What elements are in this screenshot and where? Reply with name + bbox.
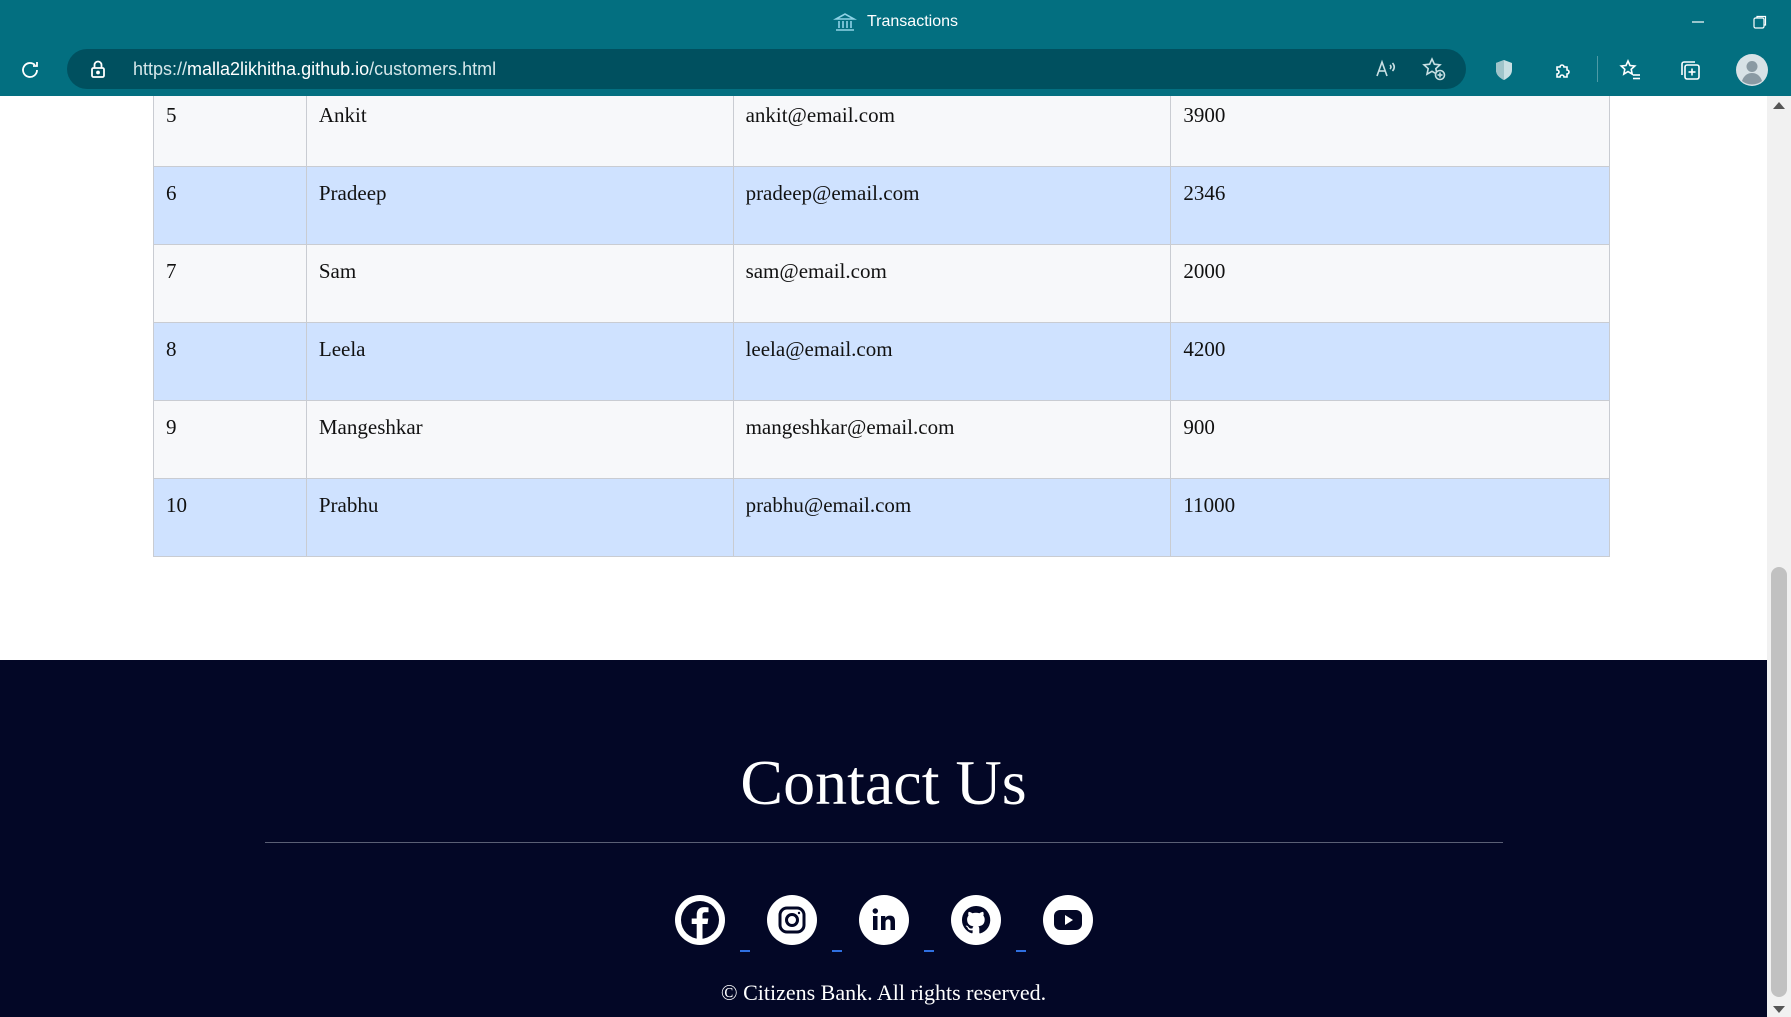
collections-button[interactable] <box>1672 52 1708 88</box>
page-viewport: 5 Ankit ankit@email.com 3900 6 Pradeep p… <box>0 96 1767 1017</box>
scrollbar-thumb[interactable] <box>1771 567 1787 997</box>
cell-id: 6 <box>153 166 307 245</box>
favorites-icon <box>1619 59 1640 80</box>
cell-email: pradeep@email.com <box>732 166 1172 245</box>
instagram-link[interactable] <box>767 895 842 955</box>
github-link[interactable] <box>951 895 1026 955</box>
link-underline <box>1016 950 1026 952</box>
read-aloud-button[interactable] <box>1372 55 1400 83</box>
read-aloud-icon <box>1376 59 1396 77</box>
add-favorite-button[interactable] <box>1420 55 1448 83</box>
table-row: 5 Ankit ankit@email.com 3900 <box>153 96 1610 167</box>
shield-extension-icon <box>1496 60 1512 80</box>
cell-name: Ankit <box>305 96 734 167</box>
github-icon <box>951 895 1001 945</box>
url-scheme: https:// <box>133 59 188 79</box>
cell-balance: 3900 <box>1170 96 1610 167</box>
page-scrollbar[interactable] <box>1767 96 1791 1017</box>
youtube-icon <box>1043 895 1093 945</box>
cell-name: Sam <box>305 244 734 323</box>
scroll-down-arrow-icon[interactable] <box>1773 1006 1785 1013</box>
cell-id: 10 <box>153 478 307 557</box>
facebook-icon <box>675 895 725 945</box>
url-path: /customers.html <box>369 59 497 79</box>
window-title-text: Transactions <box>867 12 958 30</box>
window-title: Transactions <box>0 0 1791 43</box>
table-row: 7 Sam sam@email.com 2000 <box>153 244 1610 323</box>
cell-balance: 900 <box>1170 400 1610 479</box>
cell-email: leela@email.com <box>732 322 1172 401</box>
cell-name: Leela <box>305 322 734 401</box>
lock-icon[interactable] <box>87 58 109 80</box>
contact-heading: Contact Us <box>740 747 1027 818</box>
browser-toolbar: https://malla2likhitha.github.io/custome… <box>0 43 1791 96</box>
cell-name: Mangeshkar <box>305 400 734 479</box>
profile-avatar <box>1736 54 1768 86</box>
favorites-button[interactable] <box>1612 52 1648 88</box>
refresh-button[interactable] <box>12 52 48 88</box>
cell-balance: 11000 <box>1170 478 1610 557</box>
cell-email: ankit@email.com <box>732 96 1172 167</box>
minimize-button[interactable] <box>1667 0 1729 43</box>
table-row: 8 Leela leela@email.com 4200 <box>153 322 1610 401</box>
minimize-icon <box>1692 20 1704 23</box>
facebook-link[interactable] <box>675 895 750 955</box>
url-host: malla2likhitha.github.io <box>187 59 370 79</box>
footer-divider <box>265 842 1503 843</box>
link-underline <box>740 950 750 952</box>
collections-icon <box>1681 61 1700 80</box>
address-bar[interactable]: https://malla2likhitha.github.io/custome… <box>67 49 1466 89</box>
restore-button[interactable] <box>1729 0 1791 43</box>
copyright-text: © Citizens Bank. All rights reserved. <box>720 980 1047 1005</box>
cell-email: mangeshkar@email.com <box>732 400 1172 479</box>
linkedin-link[interactable] <box>859 895 934 955</box>
cell-balance: 2000 <box>1170 244 1610 323</box>
cell-id: 8 <box>153 322 307 401</box>
scroll-up-arrow-icon[interactable] <box>1773 102 1785 109</box>
extensions-icon <box>1556 64 1570 78</box>
toolbar-separator <box>1597 56 1598 82</box>
table-row: 6 Pradeep pradeep@email.com 2346 <box>153 166 1610 245</box>
cell-email: sam@email.com <box>732 244 1172 323</box>
link-underline <box>832 950 842 952</box>
customers-table: 5 Ankit ankit@email.com 3900 6 Pradeep p… <box>153 96 1610 557</box>
add-favorite-icon <box>1422 57 1446 81</box>
instagram-icon <box>767 895 817 945</box>
cell-balance: 2346 <box>1170 166 1610 245</box>
youtube-link[interactable] <box>1043 895 1117 955</box>
social-links <box>675 895 1095 955</box>
profile-button[interactable] <box>1734 52 1770 88</box>
footer: Contact Us © Citizens Bank. All rights r… <box>0 660 1767 1017</box>
linkedin-icon <box>859 895 909 945</box>
refresh-icon <box>22 62 38 78</box>
cell-id: 9 <box>153 400 307 479</box>
cell-id: 7 <box>153 244 307 323</box>
link-underline <box>924 950 934 952</box>
cell-name: Pradeep <box>305 166 734 245</box>
extensions-button[interactable] <box>1546 52 1582 88</box>
restore-icon <box>1753 15 1767 29</box>
cell-email: prabhu@email.com <box>732 478 1172 557</box>
table-row: 10 Prabhu prabhu@email.com 11000 <box>153 478 1610 557</box>
title-bar: Transactions <box>0 0 1791 43</box>
bank-icon <box>833 10 857 34</box>
cell-balance: 4200 <box>1170 322 1610 401</box>
cell-name: Prabhu <box>305 478 734 557</box>
url-text[interactable]: https://malla2likhitha.github.io/custome… <box>133 49 496 89</box>
shield-extension-button[interactable] <box>1486 52 1522 88</box>
table-row: 9 Mangeshkar mangeshkar@email.com 900 <box>153 400 1610 479</box>
cell-id: 5 <box>153 96 307 167</box>
